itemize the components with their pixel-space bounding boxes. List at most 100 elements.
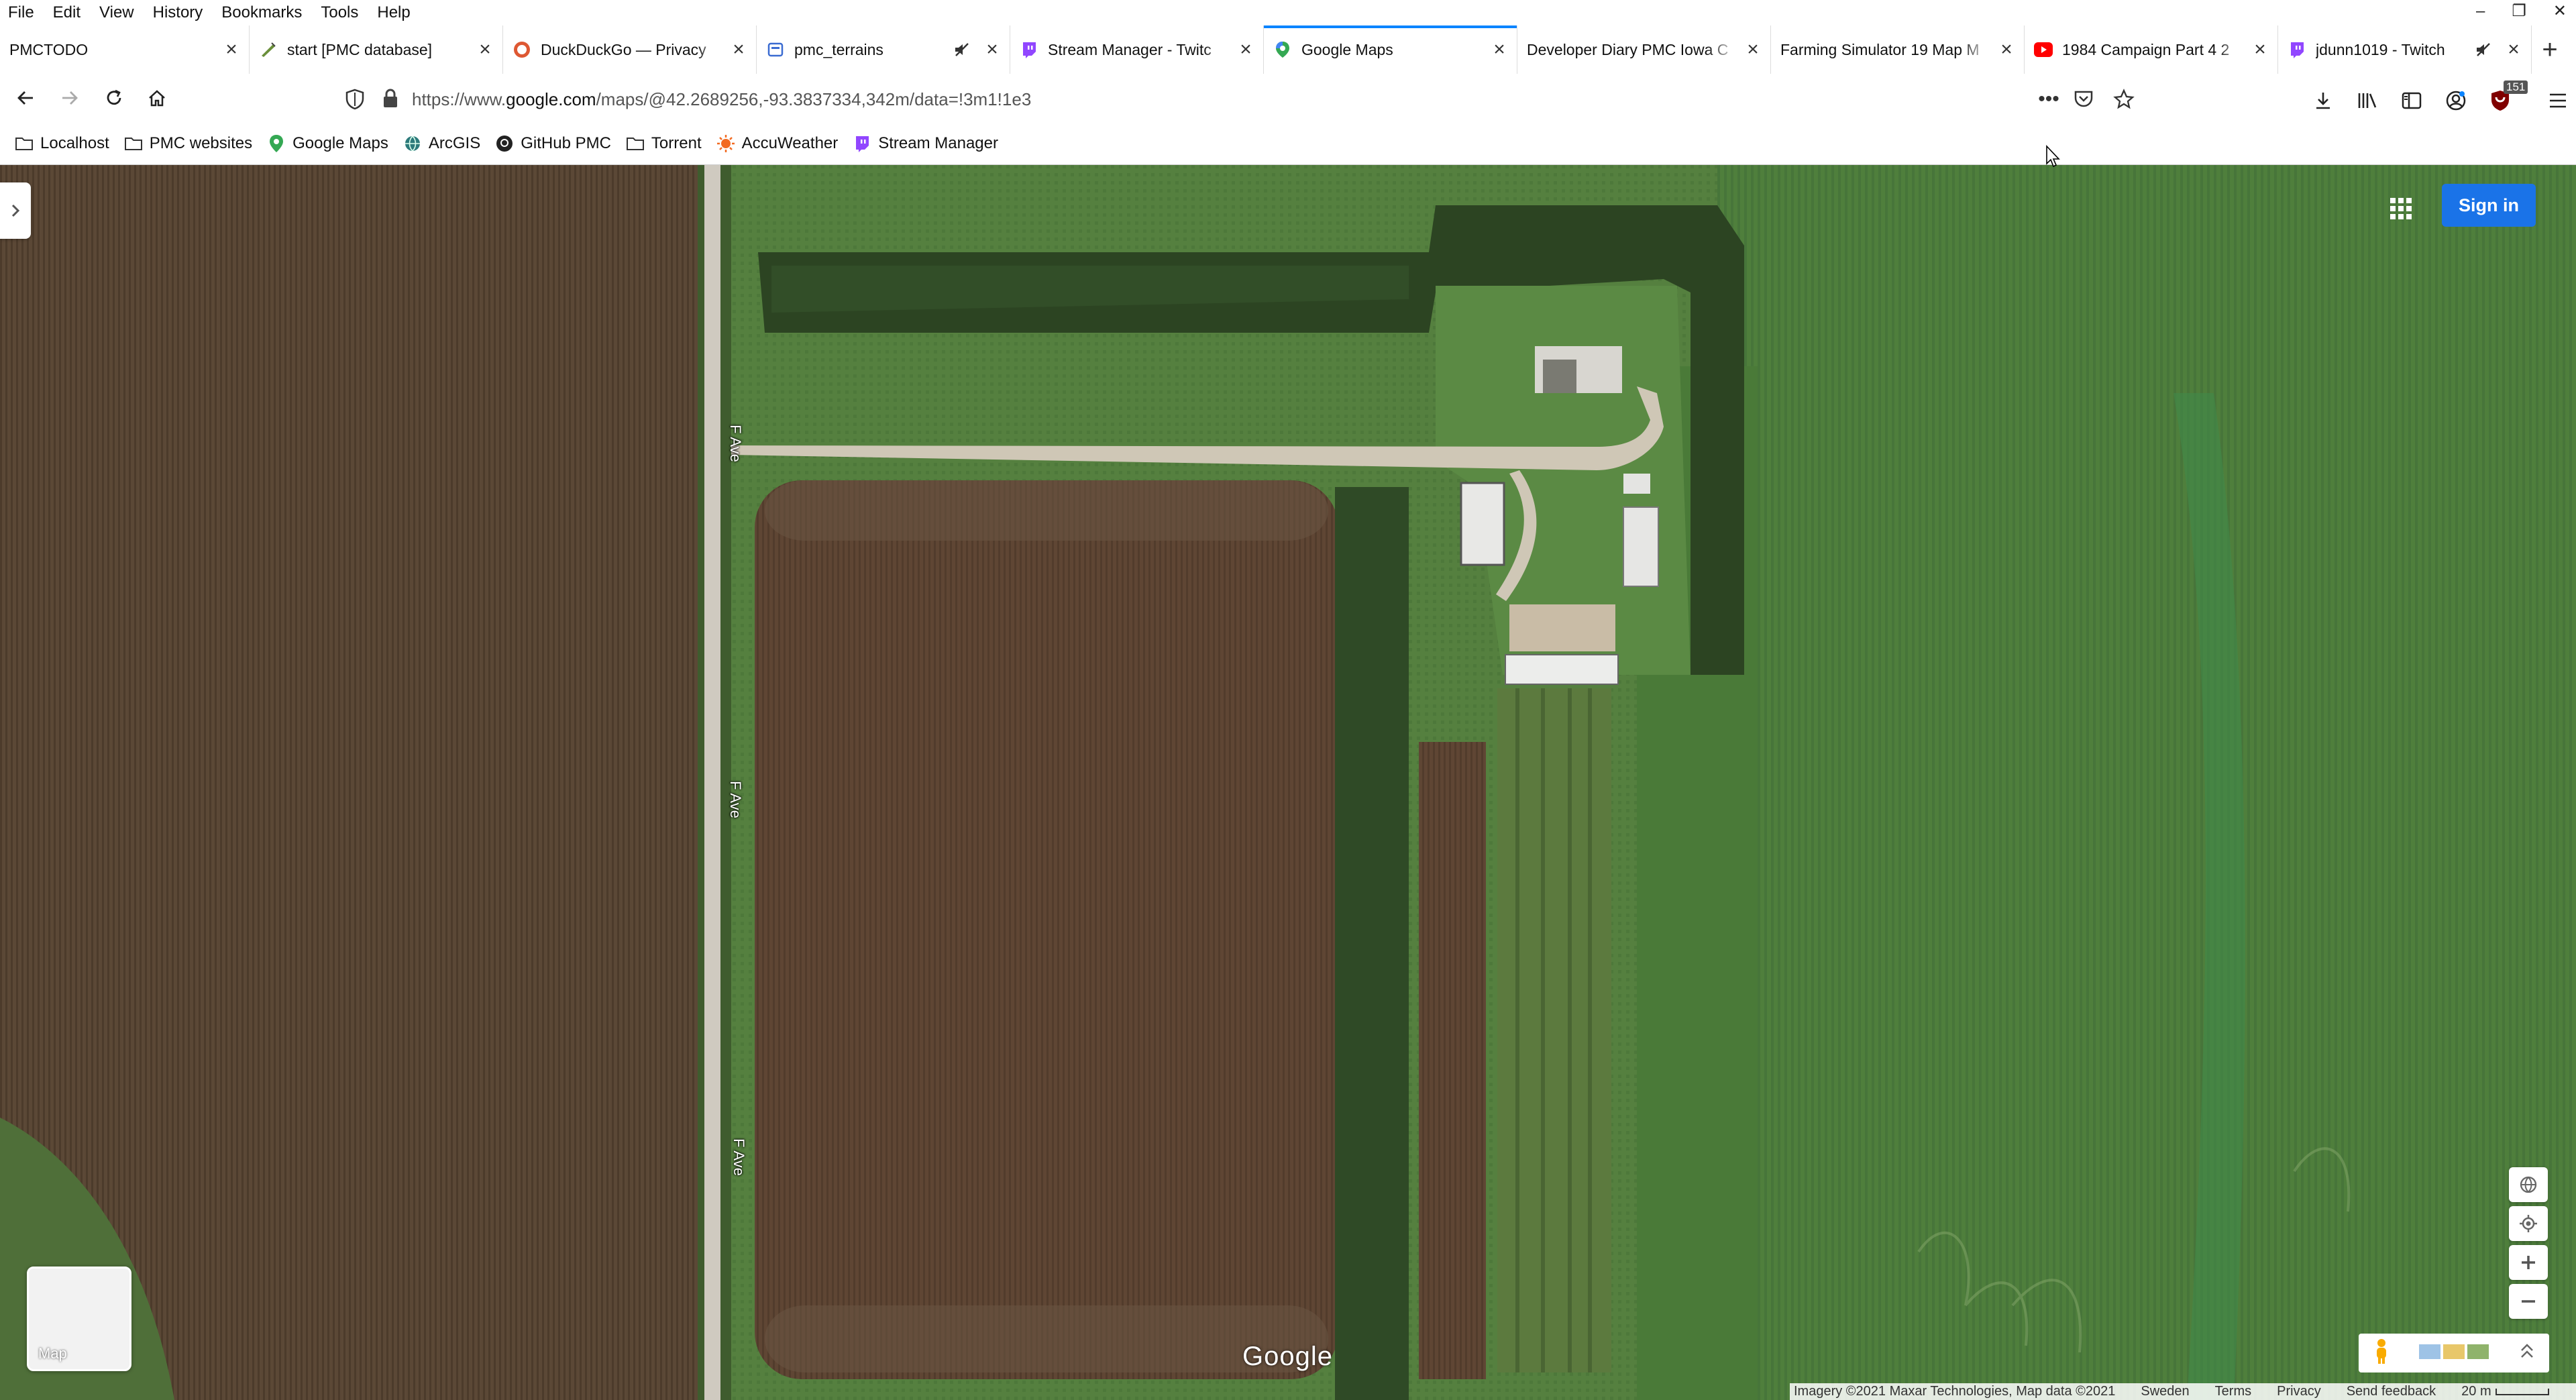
close-icon[interactable]: × [1238, 40, 1254, 60]
close-icon[interactable]: × [1745, 40, 1761, 60]
tab-title: Farming Simulator 19 Map M [1780, 40, 1980, 58]
menu-history[interactable]: History [144, 0, 213, 25]
close-icon[interactable]: × [2506, 40, 2522, 60]
bookmark-label: ArcGIS [428, 133, 481, 152]
window-controls: – ❐ ✕ [2476, 1, 2567, 21]
tab-duckduckgo[interactable]: DuckDuckGo — Privacy × [503, 25, 757, 74]
bookmark-label: Torrent [651, 133, 702, 152]
tab-pmc-database[interactable]: start [PMC database] × [250, 25, 503, 74]
hamburger-menu-icon[interactable] [2536, 87, 2576, 114]
bookmark-localhost[interactable]: Localhost [15, 134, 109, 153]
bookmark-google-maps[interactable]: Google Maps [267, 134, 388, 153]
forward-button[interactable] [56, 85, 83, 111]
new-tab-button[interactable]: + [2532, 25, 2568, 74]
menu-view[interactable]: View [90, 0, 144, 25]
imagery-credit: Imagery ©2021 Maxar Technologies, Map da… [1794, 1384, 2116, 1399]
bookmark-arcgis[interactable]: ArcGIS [403, 134, 480, 153]
google-apps-button[interactable] [2380, 188, 2422, 229]
globe-view-button[interactable] [2509, 1167, 2548, 1202]
menu-edit[interactable]: Edit [44, 0, 90, 25]
bookmark-accuweather[interactable]: AccuWeather [716, 134, 838, 153]
map-attribution: Imagery ©2021 Maxar Technologies, Map da… [1790, 1383, 2576, 1400]
layer-label: Map [38, 1345, 67, 1362]
bookmark-github-pmc[interactable]: GitHub PMC [495, 134, 611, 153]
bookmark-pmc-websites[interactable]: PMC websites [124, 134, 252, 153]
mouse-cursor-icon [2046, 145, 2060, 168]
menu-tools[interactable]: Tools [311, 0, 368, 25]
country-link[interactable]: Sweden [2141, 1384, 2189, 1399]
bookmark-label: GitHub PMC [521, 133, 611, 152]
lock-icon[interactable] [382, 89, 398, 112]
tab-farming-simulator[interactable]: Farming Simulator 19 Map M × [1771, 25, 2025, 74]
privacy-link[interactable]: Privacy [2277, 1384, 2321, 1399]
tab-strip: PMCTODO × start [PMC database] × DuckDuc… [0, 25, 2576, 74]
menu-bookmarks[interactable]: Bookmarks [212, 0, 311, 25]
sun-icon [716, 134, 735, 153]
tab-title: 1984 Campaign Part 4 2 [2062, 40, 2230, 58]
bookmark-label: Localhost [40, 133, 109, 152]
url-text[interactable]: https://www.google.com/maps/@42.2689256,… [412, 86, 1031, 113]
chevron-up-icon[interactable] [2519, 1342, 2535, 1364]
bookmark-star-icon[interactable] [2104, 86, 2144, 113]
sidebar-icon[interactable] [2390, 87, 2434, 114]
close-icon[interactable]: × [2252, 40, 2268, 60]
muted-speaker-icon[interactable] [953, 41, 971, 58]
tab-stream-manager[interactable]: Stream Manager - Twitc × [1010, 25, 1264, 74]
side-panel-toggle[interactable] [0, 182, 31, 239]
zoom-in-button[interactable] [2509, 1245, 2548, 1280]
back-button[interactable] [12, 85, 39, 111]
tab-developer-diary[interactable]: Developer Diary PMC Iowa C × [1517, 25, 1771, 74]
reload-button[interactable] [101, 85, 127, 111]
send-feedback-link[interactable]: Send feedback [2347, 1384, 2436, 1399]
close-icon[interactable]: × [984, 40, 1000, 60]
map-layer-toggle[interactable]: Map [27, 1267, 131, 1371]
tab-1984-campaign[interactable]: 1984 Campaign Part 4 2 × [2025, 25, 2278, 74]
map-canvas[interactable]: F Ave F Ave F Ave [0, 165, 2576, 1400]
layers-thumbnails-icon[interactable] [2418, 1340, 2491, 1366]
pocket-icon[interactable] [2063, 86, 2104, 113]
sign-in-button[interactable]: Sign in [2442, 184, 2536, 227]
tab-title: Stream Manager - Twitc [1048, 40, 1212, 58]
tab-title: start [PMC database] [287, 40, 433, 58]
close-icon[interactable]: × [1998, 40, 2015, 60]
tab-pmctodo[interactable]: PMCTODO × [0, 25, 250, 74]
zoom-out-button[interactable] [2509, 1284, 2548, 1319]
muted-speaker-icon[interactable] [2475, 41, 2492, 58]
menu-file[interactable]: File [0, 0, 44, 25]
tab-title: PMCTODO [9, 40, 89, 58]
close-icon[interactable]: × [477, 40, 493, 60]
library-icon[interactable] [2345, 87, 2390, 114]
twitch-icon [853, 134, 871, 153]
badge-count: 151 [2504, 80, 2528, 94]
restore-icon[interactable]: ❐ [2512, 1, 2526, 21]
bookmark-torrent[interactable]: Torrent [626, 134, 702, 153]
url-actions: ••• [2034, 86, 2144, 113]
close-icon[interactable]: × [223, 40, 239, 60]
close-icon[interactable]: × [731, 40, 747, 60]
menu-help[interactable]: Help [368, 0, 419, 25]
tab-google-maps[interactable]: Google Maps × [1264, 25, 1517, 74]
tab-pmc-terrains[interactable]: pmc_terrains × [757, 25, 1010, 74]
downloads-icon[interactable] [2301, 87, 2345, 114]
ublock-extension-button[interactable]: 151 [2478, 80, 2528, 114]
twitch-icon [2288, 40, 2306, 59]
my-location-button[interactable] [2509, 1206, 2548, 1241]
tab-jdunn-twitch[interactable]: jdunn1019 - Twitch × [2278, 25, 2532, 74]
wiki-icon [259, 40, 278, 59]
bookmarks-bar: Localhost PMC websites Google Maps ArcGI… [0, 122, 2576, 165]
close-icon[interactable]: × [1491, 40, 1507, 60]
page-actions-icon[interactable]: ••• [2034, 86, 2063, 113]
scale-bar[interactable]: 20 m [2461, 1384, 2549, 1399]
bookmark-stream-manager[interactable]: Stream Manager [853, 134, 998, 153]
tab-title: DuckDuckGo — Privacy [541, 40, 706, 58]
terms-link[interactable]: Terms [2215, 1384, 2251, 1399]
close-window-icon[interactable]: ✕ [2553, 1, 2567, 21]
pegman-icon[interactable] [2373, 1338, 2390, 1368]
home-button[interactable] [144, 85, 170, 111]
page-icon [766, 40, 785, 59]
tracking-shield-icon[interactable] [345, 89, 365, 113]
minimize-icon[interactable]: – [2476, 2, 2485, 21]
bottom-map-tools [2359, 1334, 2549, 1372]
maps-pin-icon [1273, 40, 1292, 59]
account-icon[interactable] [2434, 87, 2478, 114]
